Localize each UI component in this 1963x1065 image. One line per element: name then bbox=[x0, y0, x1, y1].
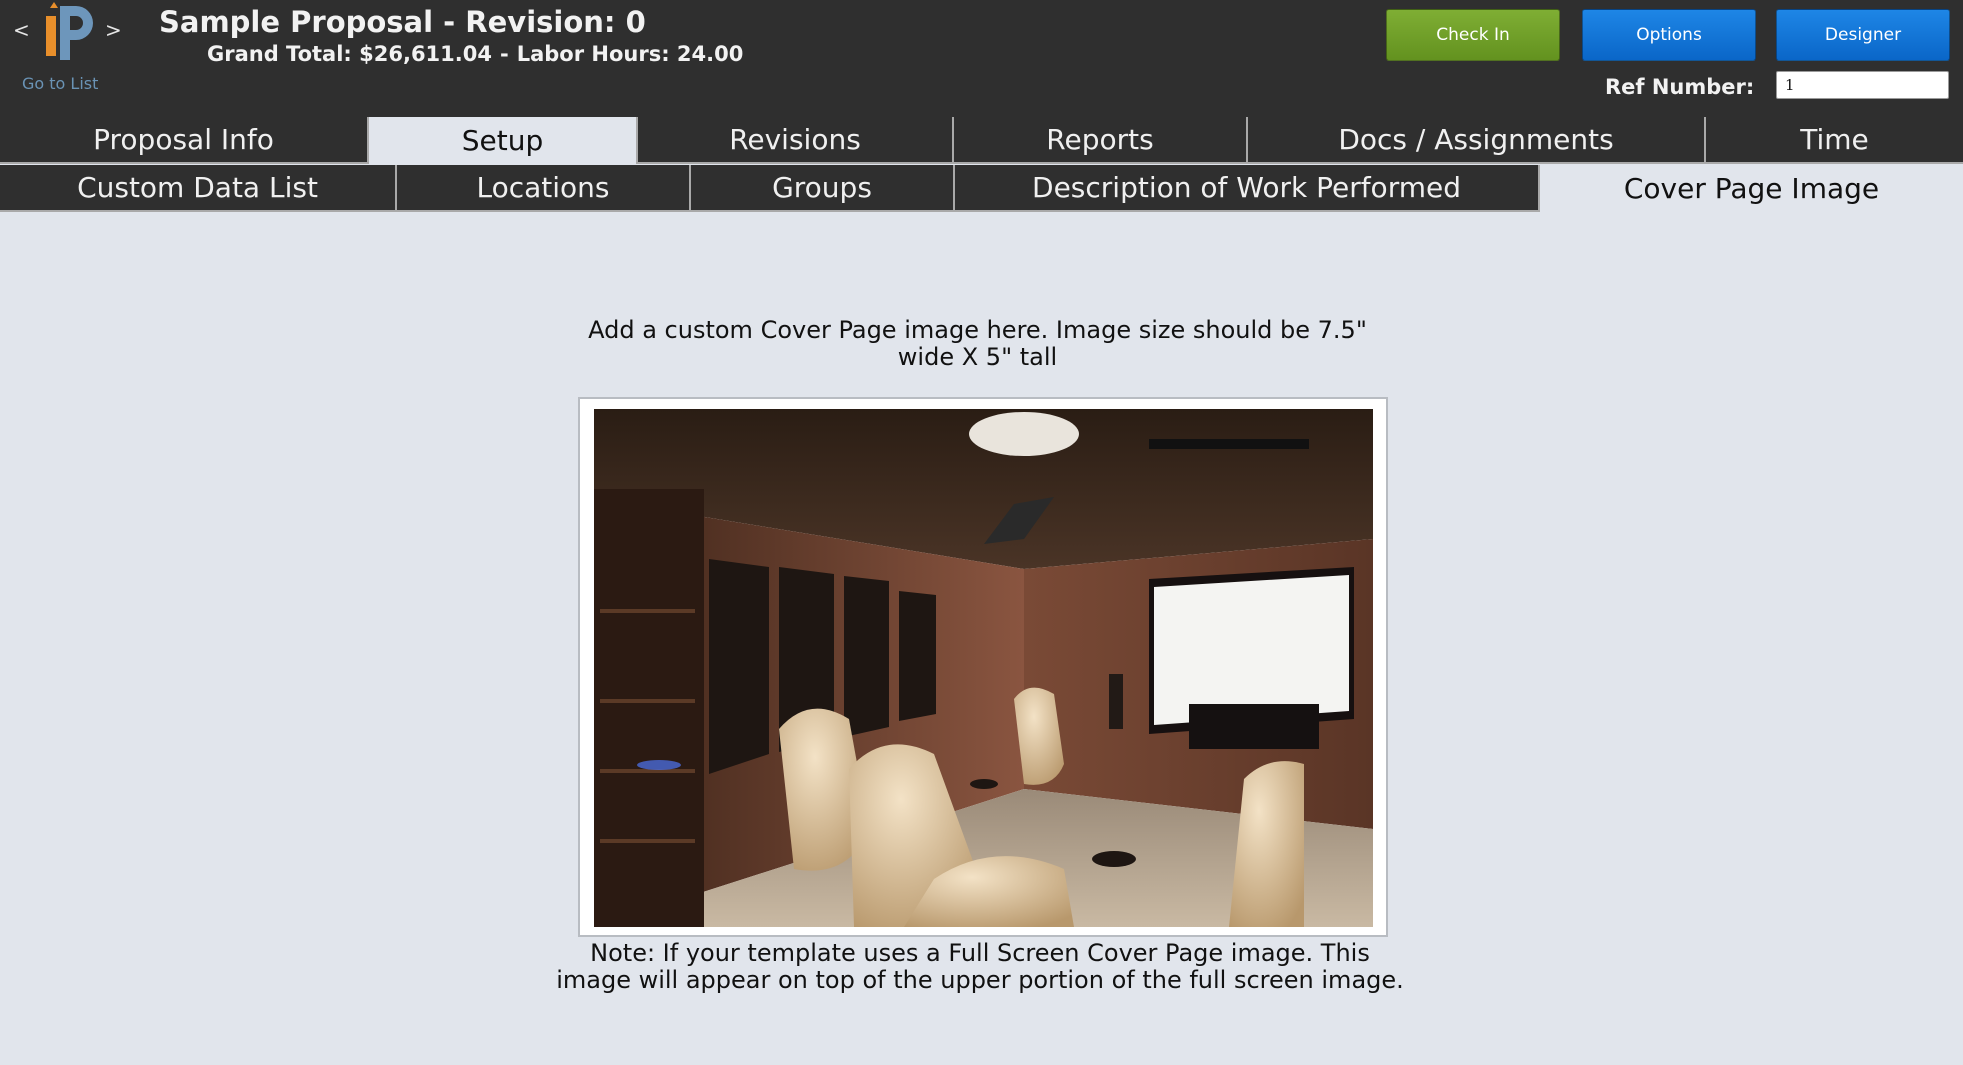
totals-summary: Grand Total: $26,611.04- Labor Hours: 24.… bbox=[207, 42, 743, 66]
designer-button[interactable]: Designer bbox=[1776, 9, 1950, 61]
secondary-tabs: Custom Data List Locations Groups Descri… bbox=[0, 165, 1963, 212]
primary-tabs: Proposal Info Setup Revisions Reports Do… bbox=[0, 117, 1963, 164]
go-to-list-link[interactable]: Go to List bbox=[22, 74, 98, 93]
top-header: < > Go to List Sample Proposal - Revisio… bbox=[0, 0, 1963, 117]
cover-image-dropzone[interactable] bbox=[578, 397, 1388, 937]
tab-reports[interactable]: Reports bbox=[954, 117, 1248, 164]
labor-hours: Labor Hours: 24.00 bbox=[516, 42, 744, 66]
tab-groups[interactable]: Groups bbox=[691, 165, 955, 212]
tab-docs-assignments[interactable]: Docs / Assignments bbox=[1248, 117, 1706, 164]
check-in-button[interactable]: Check In bbox=[1386, 9, 1560, 61]
ip-logo-icon[interactable] bbox=[40, 2, 94, 62]
grand-total: Grand Total: $26,611.04 bbox=[207, 42, 492, 66]
page-title: Sample Proposal - Revision: 0 bbox=[159, 5, 646, 39]
cover-page-image bbox=[594, 409, 1373, 927]
previous-record-icon[interactable]: < bbox=[13, 18, 30, 42]
cover-image-instruction: Add a custom Cover Page image here. Imag… bbox=[588, 316, 1367, 371]
ref-number-input[interactable] bbox=[1776, 71, 1949, 99]
tab-time[interactable]: Time bbox=[1706, 117, 1963, 164]
next-record-icon[interactable]: > bbox=[105, 18, 122, 42]
tab-description-of-work[interactable]: Description of Work Performed bbox=[955, 165, 1540, 212]
tab-proposal-info[interactable]: Proposal Info bbox=[0, 117, 369, 164]
tab-custom-data-list[interactable]: Custom Data List bbox=[0, 165, 397, 212]
cover-image-note: Note: If your template uses a Full Scree… bbox=[556, 939, 1404, 994]
tab-locations[interactable]: Locations bbox=[397, 165, 691, 212]
tab-cover-page-image[interactable]: Cover Page Image bbox=[1540, 165, 1963, 212]
totals-separator: - bbox=[500, 42, 509, 66]
tab-setup[interactable]: Setup bbox=[369, 117, 638, 164]
options-button[interactable]: Options bbox=[1582, 9, 1756, 61]
tab-revisions[interactable]: Revisions bbox=[638, 117, 954, 164]
ref-number-label: Ref Number: bbox=[1605, 75, 1755, 99]
